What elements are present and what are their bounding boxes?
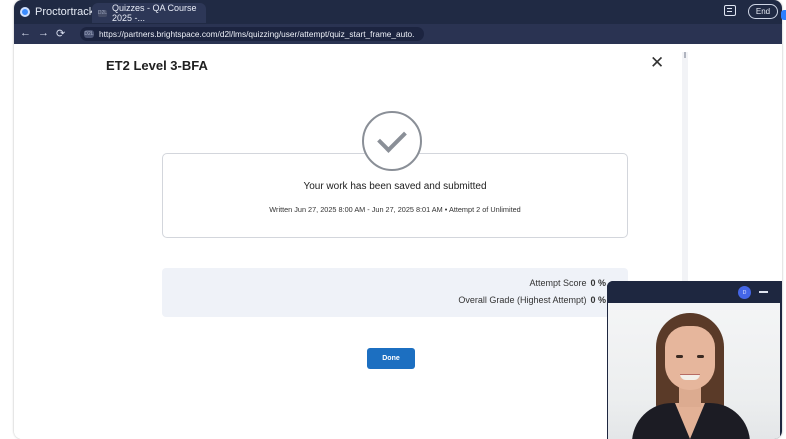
webcam-person-eye (676, 355, 683, 358)
video-toolbar: D (607, 281, 782, 303)
proctortrack-logo-icon (20, 7, 30, 17)
end-session-button[interactable]: End (748, 4, 778, 19)
done-button[interactable]: Done (367, 348, 415, 369)
webcam-person-face (665, 326, 715, 390)
url-text: https://partners.brightspace.com/d2l/lms… (99, 29, 415, 39)
overall-grade-value: 0 % (590, 295, 606, 305)
attempt-score-value: 0 % (590, 278, 606, 288)
address-bar: ← → ⟳ D2L https://partners.brightspace.c… (14, 24, 782, 44)
forward-arrow-icon[interactable]: → (38, 27, 49, 39)
submission-details: Written Jun 27, 2025 8:00 AM - Jun 27, 2… (269, 205, 521, 214)
grade-panel: Attempt Score 0 % Overall Grade (Highest … (162, 268, 628, 317)
proctor-video-panel[interactable]: D (607, 281, 782, 439)
minimize-icon[interactable] (759, 291, 768, 293)
webcam-person-smile (680, 374, 700, 380)
proctortrack-bar: Proctortrack D2L Quizzes - QA Course 202… (14, 0, 782, 24)
url-field[interactable]: D2L https://partners.brightspace.com/d2l… (80, 27, 424, 41)
chat-icon[interactable] (724, 5, 736, 16)
app-name: Proctortrack (35, 6, 95, 18)
proctortrack-edge-indicator (781, 10, 786, 20)
webcam-person-eye (697, 355, 704, 358)
attempt-score-row: Attempt Score 0 % (529, 278, 606, 288)
tab-title: Quizzes - QA Course 2025 -... (112, 3, 197, 23)
reload-icon[interactable]: ⟳ (56, 27, 65, 40)
attempt-score-label: Attempt Score (529, 278, 587, 288)
d2l-favicon-icon: D2L (97, 9, 108, 17)
submission-message: Your work has been saved and submitted (303, 181, 487, 192)
proctortrack-brand: Proctortrack (20, 4, 94, 20)
close-icon[interactable]: ✕ (650, 54, 664, 71)
check-circle-icon (362, 111, 422, 171)
browser-window: Proctortrack D2L Quizzes - QA Course 202… (14, 0, 782, 439)
participant-avatar-icon[interactable]: D (738, 286, 751, 299)
overall-grade-row: Overall Grade (Highest Attempt) 0 % (458, 295, 606, 305)
scrollbar-thumb[interactable] (684, 52, 686, 58)
overall-grade-label: Overall Grade (Highest Attempt) (458, 295, 587, 305)
site-favicon-icon: D2L (84, 30, 94, 38)
webcam-feed (608, 303, 780, 439)
back-arrow-icon[interactable]: ← (20, 27, 31, 39)
page-title: ET2 Level 3-BFA (106, 58, 208, 73)
browser-tab-quizzes[interactable]: D2L Quizzes - QA Course 2025 -... (92, 3, 206, 23)
